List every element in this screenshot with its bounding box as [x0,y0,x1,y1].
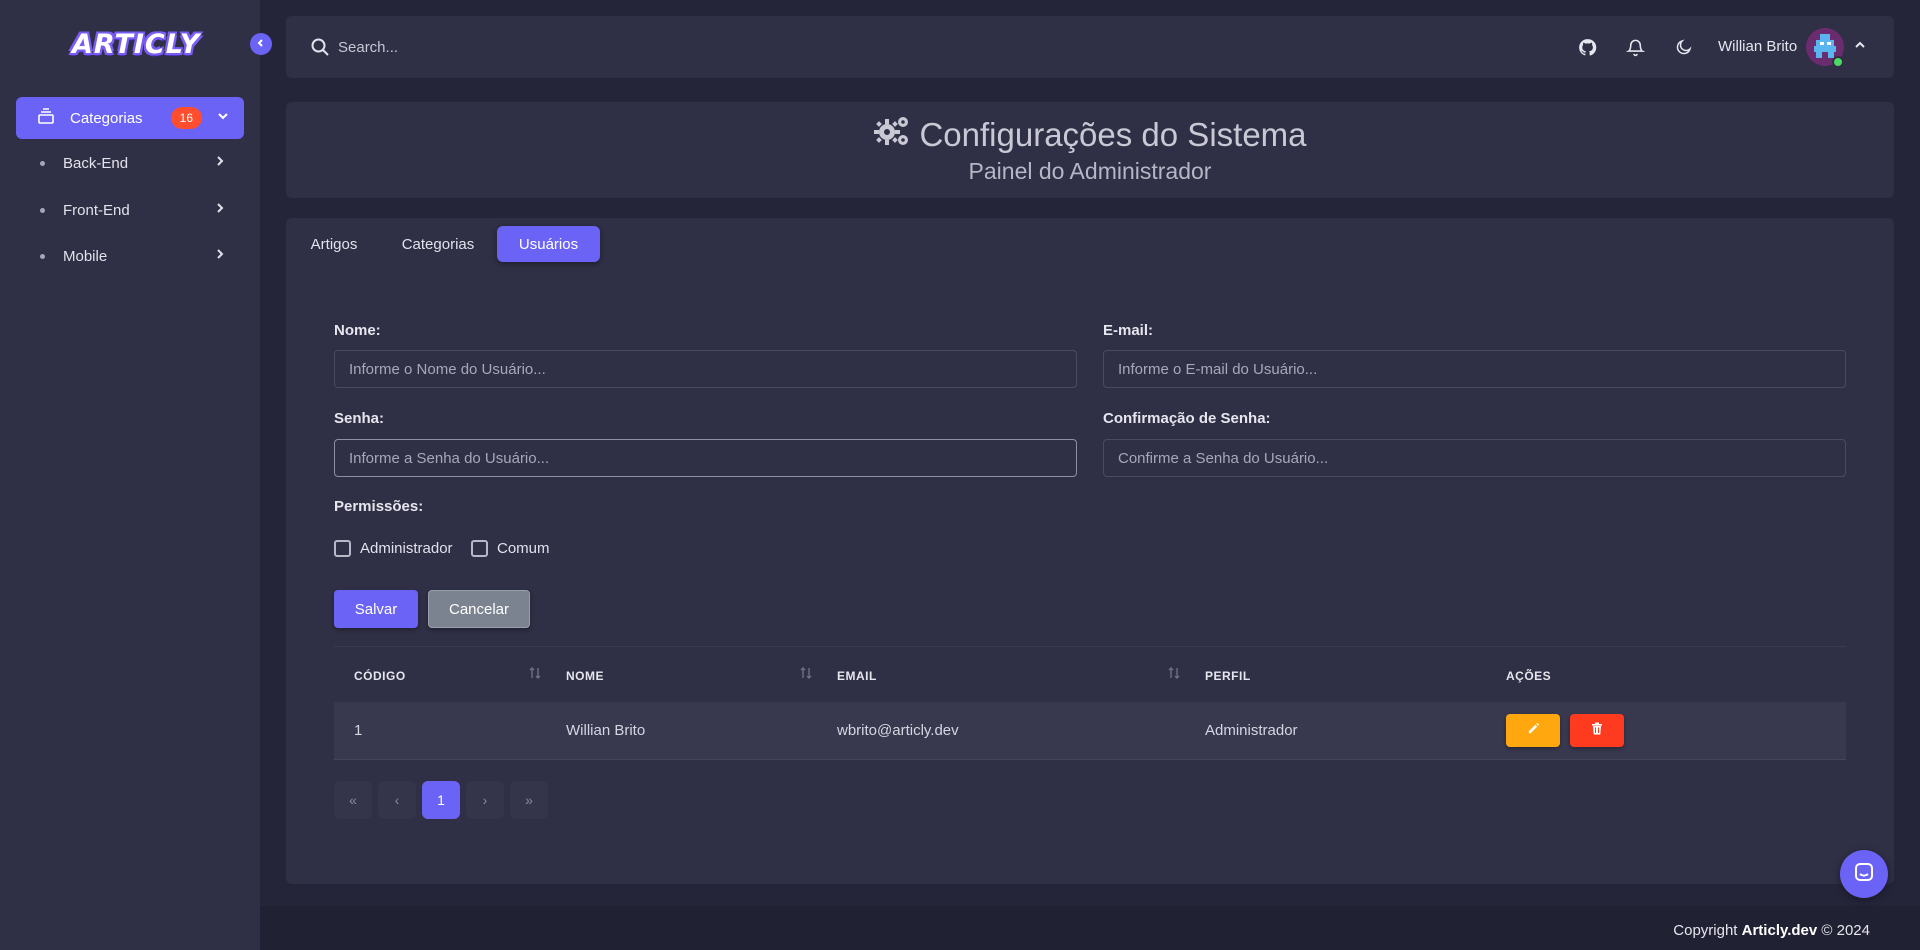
email-field[interactable] [1103,350,1846,388]
checkbox-box[interactable] [471,540,488,557]
sidebar-item-back-end[interactable]: Back-End [16,146,244,180]
table-row: 1 Willian Brito wbrito@articly.dev Admin… [334,702,1846,760]
sidebar-item-label: Front-End [63,201,130,219]
confirm-senha-label: Confirmação de Senha: [1103,410,1271,427]
topbar: Willian Brito [286,16,1894,78]
sort-icon[interactable] [799,666,813,685]
checkbox-comum[interactable]: Comum [471,540,550,557]
page-header: Configurações do Sistema Painel do Admin… [286,102,1894,198]
bullet-icon [40,253,45,259]
app-logo[interactable]: ARTICLY [72,26,200,62]
cell-codigo: 1 [354,722,363,739]
bell-icon[interactable] [1624,36,1646,58]
footer: Copyright Articly.dev © 2024 [260,906,1920,950]
table-header: CÓDIGO NOME EMAIL PERFIL AÇÕES [334,646,1846,702]
copyright-prefix: Copyright [1673,922,1742,939]
checkbox-box[interactable] [334,540,351,557]
nome-label: Nome: [334,322,381,339]
nome-field[interactable] [334,350,1077,388]
tab-usuarios[interactable]: Usuários [497,226,600,262]
checkbox-administrador[interactable]: Administrador [334,540,453,557]
chevron-left-icon [256,35,266,53]
sidebar-item-mobile[interactable]: Mobile [16,239,244,273]
chevron-right-icon [214,201,226,219]
email-label: E-mail: [1103,322,1154,339]
cell-perfil: Administrador [1205,722,1298,739]
pagination-prev[interactable]: ‹ [378,781,416,819]
bullet-icon [40,207,45,213]
copyright: Copyright Articly.dev © 2024 [1673,922,1870,939]
sidebar-collapse-button[interactable] [250,33,272,55]
sidebar-item-categorias[interactable]: Categorias 16 [16,97,244,139]
senha-field[interactable] [334,439,1077,477]
online-status-dot [1832,56,1844,68]
copyright-brand[interactable]: Articly.dev [1742,922,1818,939]
chat-icon [1853,861,1875,888]
page-title-text: Configurações do Sistema [919,116,1307,153]
pagination: « ‹ 1 › » [334,781,548,819]
cell-email: wbrito@articly.dev [837,722,959,739]
gears-icon [873,114,911,156]
sidebar-item-front-end[interactable]: Front-End [16,193,244,227]
column-header-email[interactable]: EMAIL [837,669,877,683]
tab-categorias[interactable]: Categorias [390,226,486,262]
search-input[interactable] [338,32,938,62]
pagination-last[interactable]: » [510,781,548,819]
pagination-page-1[interactable]: 1 [422,781,460,819]
sidebar-item-label: Mobile [63,247,108,265]
sidebar-item-label: Categorias [70,109,143,127]
checkbox-label: Comum [497,540,550,557]
stack-icon [36,106,56,131]
copyright-suffix: © 2024 [1817,922,1870,939]
count-badge: 16 [170,107,202,129]
senha-label: Senha: [334,410,385,427]
permissions-label: Permissões: [334,498,424,515]
tab-artigos[interactable]: Artigos [296,226,372,262]
users-table: CÓDIGO NOME EMAIL PERFIL AÇÕES 1 Willian… [334,646,1846,760]
pagination-next[interactable]: › [466,781,504,819]
column-header-codigo[interactable]: CÓDIGO [354,669,406,683]
page-subtitle: Painel do Administrador [968,158,1212,184]
delete-button[interactable] [1570,714,1624,747]
checkbox-label: Administrador [360,540,453,557]
user-name[interactable]: Willian Brito [1718,38,1797,55]
chevron-up-icon[interactable] [1854,38,1866,56]
confirm-senha-field[interactable] [1103,439,1846,477]
chevron-down-icon [216,109,230,128]
column-header-nome[interactable]: NOME [566,669,604,683]
chevron-right-icon [214,247,226,265]
settings-card: Artigos Categorias Usuários Nome: E-mail… [286,218,1894,884]
chat-button[interactable] [1840,850,1888,898]
sidebar-item-label: Back-End [63,154,129,172]
sidebar: ARTICLY Categorias 16 Back-End Front-End… [0,0,260,950]
column-header-perfil: PERFIL [1205,669,1251,683]
trash-icon [1591,722,1603,740]
save-button[interactable]: Salvar [334,590,418,628]
logo-text: ARTICLY [72,28,201,60]
github-icon[interactable] [1576,36,1598,58]
bullet-icon [40,160,45,166]
pencil-icon [1527,722,1540,740]
column-header-acoes: AÇÕES [1506,669,1552,683]
sort-icon[interactable] [1167,666,1181,685]
sort-icon[interactable] [528,666,542,685]
pagination-first[interactable]: « [334,781,372,819]
moon-icon[interactable] [1673,36,1695,58]
search-icon [310,37,330,62]
cell-nome: Willian Brito [566,722,646,739]
edit-button[interactable] [1506,714,1560,747]
cancel-button[interactable]: Cancelar [428,590,530,628]
page-title: Configurações do Sistema [286,114,1894,156]
chevron-right-icon [214,154,226,172]
